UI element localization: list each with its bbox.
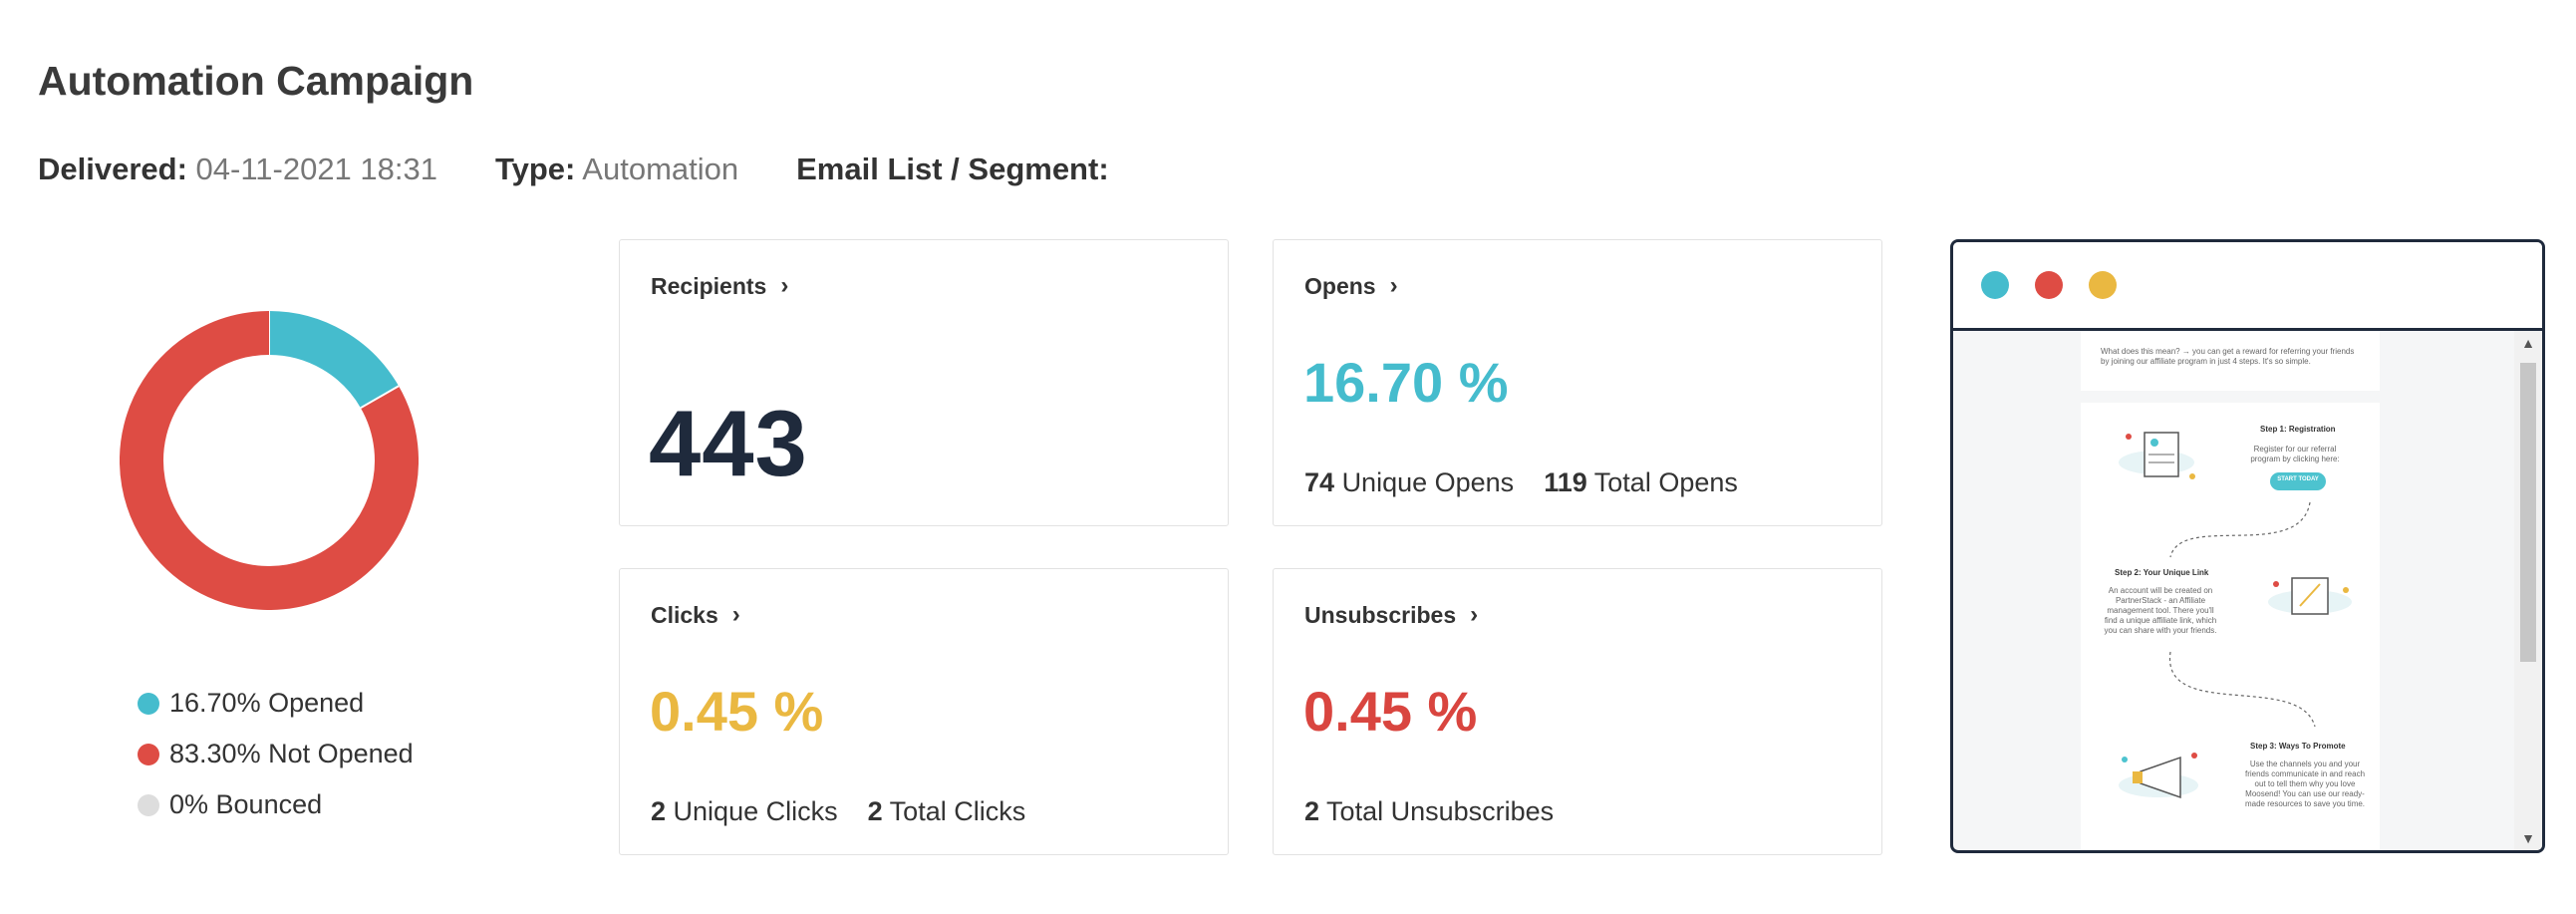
clicks-link[interactable]: Clicks › [651,601,740,629]
campaign-meta: Delivered: 04-11-2021 18:31 Type: Automa… [38,152,1109,187]
opens-details: 74 Unique Opens 119 Total Opens [1304,467,1738,497]
window-dot-yellow [2089,271,2117,299]
type-info: Type: Automation [495,152,739,186]
megaphone-illustration [2119,753,2198,799]
registration-illustration [2119,432,2195,479]
scroll-down-arrow-icon[interactable]: ▼ [2514,830,2542,846]
unsubscribes-rate: 0.45 % [1303,680,1478,743]
opens-donut-chart [120,311,419,610]
preview-scrollbar[interactable]: ▲ ▼ [2514,331,2542,850]
legend-item-opened: 16.70% Opened [138,678,414,729]
legend-item-not-opened: 83.30% Not Opened [138,729,414,779]
window-dot-red [2035,271,2063,299]
chevron-right-icon: › [1470,601,1479,628]
path-connector [2169,502,2311,558]
donut-slice-opened [268,311,400,409]
opens-rate: 16.70 % [1303,351,1509,414]
email-preview-window: What does this mean? → you can get a rew… [1950,239,2545,853]
unsubscribes-card: Unsubscribes › 0.45 % 2 Total Unsubscribe… [1273,568,1882,855]
clicks-details: 2 Unique Clicks 2 Total Clicks [651,796,1026,826]
chevron-right-icon: › [731,601,740,628]
list-info: Email List / Segment: [796,152,1109,186]
clicks-card: Clicks › 0.45 % 2 Unique Clicks 2 Total C… [619,568,1229,855]
email-steps-block: Step 1: Registration Register for our re… [2081,403,2380,850]
chevron-right-icon: › [1389,272,1398,299]
page-title: Automation Campaign [38,58,474,104]
scroll-thumb[interactable] [2520,363,2536,662]
window-dot-teal [1981,271,2009,299]
delivered-info: Delivered: 04-11-2021 18:31 [38,152,437,186]
opens-link[interactable]: Opens › [1304,272,1398,300]
opens-card: Opens › 16.70 % 74 Unique Opens 119 Total… [1273,239,1882,526]
path-connector [2169,652,2316,728]
legend-dot [138,692,159,715]
unsubscribes-details: 2 Total Unsubscribes [1304,796,1555,826]
legend-dot [138,743,159,765]
legend-item-bounced: 0% Bounced [138,779,414,830]
chevron-right-icon: › [780,272,789,299]
preview-titlebar [1953,242,2542,331]
email-intro-block: What does this mean? → you can get a rew… [2081,331,2380,391]
chart-legend: 16.70% Opened 83.30% Not Opened 0% Bounc… [138,678,414,830]
legend-dot [138,793,159,816]
recipients-card: Recipients › 443 [619,239,1229,526]
email-thumbnail: What does this mean? → you can get a rew… [2081,331,2380,850]
link-illustration [2268,577,2352,615]
recipients-link[interactable]: Recipients › [651,272,788,300]
unsubscribes-link[interactable]: Unsubscribes › [1304,601,1478,629]
recipients-count: 443 [649,391,808,495]
scroll-up-arrow-icon[interactable]: ▲ [2514,335,2542,351]
clicks-rate: 0.45 % [650,680,824,743]
preview-content[interactable]: What does this mean? → you can get a rew… [1953,331,2542,850]
